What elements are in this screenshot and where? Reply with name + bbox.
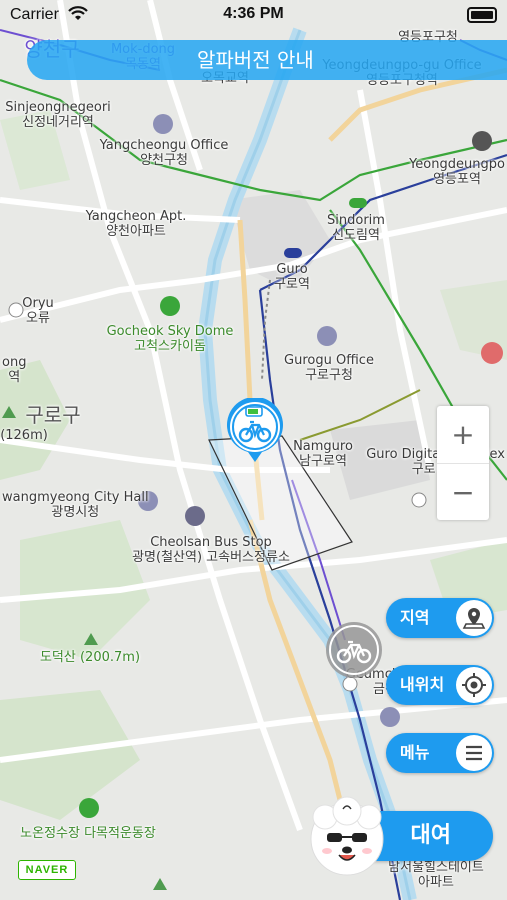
menu-button[interactable]: 메뉴: [386, 733, 494, 773]
sports-poi-icon: [79, 798, 99, 818]
map-pin-icon: [462, 608, 486, 629]
mascot-dog-icon[interactable]: [305, 795, 389, 879]
my-location-button-label: 내위치: [400, 675, 445, 694]
station-icon: [284, 248, 302, 258]
menu-button-label: 메뉴: [400, 743, 430, 762]
zoom-control: + −: [437, 406, 489, 520]
locate-icon: [462, 673, 486, 697]
bike-station-marker-inactive[interactable]: [324, 620, 384, 680]
naver-logo: NAVER: [18, 860, 76, 880]
map-label: Yangcheon Apt. 양천아파트: [85, 209, 187, 239]
map-label: Gocheok Sky Dome 고척스카이돔: [106, 324, 234, 354]
status-time: 4:36 PM: [223, 5, 284, 22]
ktx-icon: [472, 131, 492, 151]
map-label: 남서울힐스테이트 아파트: [388, 860, 484, 890]
my-location-button[interactable]: 내위치: [386, 665, 494, 705]
map-label: Namguro 남구로역: [293, 439, 353, 469]
station-icon: [349, 198, 367, 208]
region-button-label: 지역: [400, 608, 430, 627]
dome-poi-icon: [160, 296, 180, 316]
map-label: Oryu 오류: [22, 296, 54, 326]
ic-icon: [8, 302, 24, 318]
map-label: ong 역: [2, 355, 27, 385]
status-bar: Carrier 4:36 PM: [0, 0, 507, 30]
map-label: 구로구: [25, 403, 81, 427]
map-label: Cheolsan Bus Stop 광명(철산역) 고속버스정류소: [132, 535, 290, 565]
office-poi-icon: [153, 114, 173, 134]
map-label: Guro 구로역: [274, 262, 310, 292]
map-label: 도덕산 (200.7m): [39, 650, 141, 665]
map-label: Sinjeongnegeori 신정네거리역: [5, 100, 111, 130]
bus-stop-icon: [185, 506, 205, 526]
map-label: wangmyeong City Hall 광명시청: [2, 490, 149, 520]
map-label: (126m): [0, 428, 48, 443]
zoom-in-button[interactable]: +: [437, 406, 489, 463]
map-label: Yeongdeungpo 영등포역: [409, 157, 505, 187]
ic-icon: [411, 492, 427, 508]
office-poi-icon: [317, 326, 337, 346]
menu-icon: [466, 745, 482, 761]
office-poi-icon: [380, 707, 400, 727]
map-label: Sindorim 신도림역: [327, 213, 385, 243]
map-label: 노온정수장 다목적운동장: [20, 826, 156, 841]
bike-station-marker[interactable]: [226, 398, 284, 464]
alpha-notice-banner[interactable]: 알파버전 안내: [27, 40, 507, 80]
zoom-out-button[interactable]: −: [437, 464, 489, 521]
map-label: Gurogu Office 구로구청: [284, 353, 374, 383]
region-button[interactable]: 지역: [386, 598, 494, 638]
hospital-icon: [481, 342, 503, 364]
battery-icon: [467, 7, 497, 23]
map-label: Yangcheongu Office 양천구청: [99, 138, 229, 168]
